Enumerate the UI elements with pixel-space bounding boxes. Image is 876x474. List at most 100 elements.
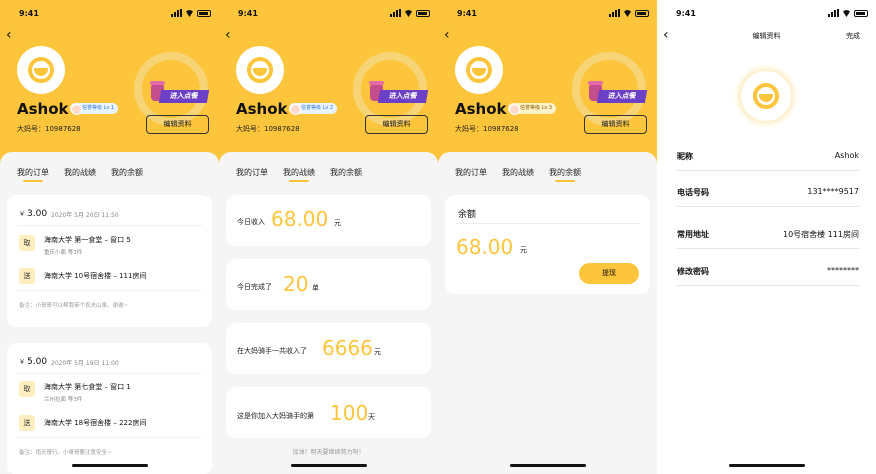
level-badge: 信誉等级 Lv 3 <box>508 103 557 115</box>
enter-order-button[interactable]: 进入点餐 <box>596 90 648 103</box>
back-icon[interactable]: ‹ <box>225 28 231 42</box>
tab-record[interactable]: 我的战绩 <box>283 167 315 182</box>
stat-card: 这是你加入大妈骑手的第 100 天 <box>226 387 431 438</box>
stat-value: 100 <box>330 401 369 425</box>
enter-order-button[interactable]: 进入点餐 <box>377 90 429 103</box>
pickup-items: 重庆小面 等3件 <box>44 250 83 256</box>
divider <box>17 225 202 226</box>
stat-card: 今日完成了 20 单 <box>226 259 431 310</box>
tab-balance[interactable]: 我的余额 <box>111 167 143 182</box>
divider <box>17 290 202 291</box>
avatar[interactable] <box>455 46 503 94</box>
stat-value: 20 <box>283 272 309 296</box>
user-name: Ashok <box>236 100 288 118</box>
password-row[interactable]: 修改密码 ******** <box>677 266 859 286</box>
edit-profile-button[interactable]: 编辑资料 <box>146 115 209 134</box>
status-time: 9:41 <box>238 9 258 18</box>
balance-title: 余额 <box>458 210 477 220</box>
stat-label: 今日收入 <box>237 218 265 226</box>
wifi-icon <box>842 10 851 17</box>
home-indicator <box>291 464 367 467</box>
edit-profile-button[interactable]: 编辑资料 <box>584 115 647 134</box>
tab-balance[interactable]: 我的余额 <box>330 167 362 182</box>
tab-bar: 我的订单 我的战绩 我的余额 <box>236 167 362 182</box>
home-indicator <box>729 464 805 467</box>
status-bar: 9:41 <box>657 0 876 22</box>
divider <box>17 373 202 374</box>
tab-record[interactable]: 我的战绩 <box>64 167 96 182</box>
pickup-location: 海南大学 第七食堂 – 窗口 1 <box>44 383 131 391</box>
status-icons <box>171 9 211 17</box>
tab-bar: 我的订单 我的战绩 我的余额 <box>17 167 143 182</box>
signal-icon <box>828 9 839 17</box>
divider <box>17 437 202 438</box>
deliver-location: 海南大学 18号宿舍楼 – 222房间 <box>44 419 147 427</box>
profile-header: 9:41 ‹ Ashok 信誉等级 Lv 2 大妈号：10987628 进入点餐… <box>219 0 438 170</box>
status-icons <box>390 9 430 17</box>
withdraw-button[interactable]: 提现 <box>579 263 639 284</box>
tab-balance[interactable]: 我的余额 <box>549 167 581 182</box>
done-button[interactable]: 完成 <box>846 31 860 41</box>
screens: 9:41 ‹ Ashok 信誉等级 Lv 1 大妈号：10987628 进入点餐… <box>0 0 876 474</box>
back-icon[interactable]: ‹ <box>444 28 450 42</box>
tab-orders[interactable]: 我的订单 <box>17 167 49 182</box>
level-badge: 信誉等级 Lv 2 <box>289 103 338 115</box>
pickup-tag: 取 <box>19 381 35 397</box>
avatar[interactable] <box>17 46 65 94</box>
content-panel: 我的订单 我的战绩 我的余额 ￥ 3.00 2020年 5月 20日 11:50 … <box>0 152 219 474</box>
user-name: Ashok <box>455 100 507 118</box>
order-price: ￥ 5.00 <box>19 357 48 367</box>
content-panel: 我的订单 我的战绩 我的余额 今日收入 68.00 元 今日完成了 20 单 在… <box>219 152 438 474</box>
field-value: ******** <box>827 266 859 275</box>
order-card[interactable]: ￥ 5.00 2020年 5月 19日 11:00 取 海南大学 第七食堂 – 窗… <box>7 343 212 474</box>
enter-order-button[interactable]: 进入点餐 <box>158 90 210 103</box>
back-icon[interactable]: ‹ <box>6 28 12 42</box>
record-screen: 9:41 ‹ Ashok 信誉等级 Lv 2 大妈号：10987628 进入点餐… <box>219 0 438 474</box>
home-indicator <box>72 464 148 467</box>
phone-row[interactable]: 电话号码 131****9517 <box>677 187 859 207</box>
profile-header: 9:41 ‹ Ashok 信誉等级 Lv 1 大妈号：10987628 进入点餐… <box>0 0 219 170</box>
status-bar: 9:41 <box>0 0 219 22</box>
stat-unit: 元 <box>334 219 341 227</box>
tab-orders[interactable]: 我的订单 <box>455 167 487 182</box>
address-row[interactable]: 常用地址 10号宿舍楼 111房间 <box>677 229 859 249</box>
stat-unit: 天 <box>368 413 375 421</box>
stat-value: 68.00 <box>271 207 329 231</box>
order-card[interactable]: ￥ 3.00 2020年 5月 20日 11:50 取 海南大学 第一食堂 – 窗… <box>7 195 212 327</box>
stat-unit: 元 <box>374 348 381 356</box>
stat-label: 这是你加入大妈骑手的第 <box>237 412 314 420</box>
status-time: 9:41 <box>676 9 696 18</box>
status-icons <box>828 9 868 17</box>
order-note: 备注：小哥哥可以帮我带个农夫山泉。谢谢~ <box>19 303 129 309</box>
battery-icon <box>635 10 649 17</box>
profile-header: 9:41 ‹ Ashok 信誉等级 Lv 3 大妈号：10987628 进入点餐… <box>438 0 657 170</box>
wifi-icon <box>623 10 632 17</box>
edit-profile-screen: 9:41 ‹ 编辑资料 完成 昵称 Ashok 电话号码 131****9517… <box>657 0 876 474</box>
balance-card: 余额 68.00 元 提现 <box>445 195 650 294</box>
status-bar: 9:41 <box>219 0 438 22</box>
avatar[interactable] <box>741 71 791 121</box>
deliver-tag: 送 <box>19 415 35 431</box>
nickname-row[interactable]: 昵称 Ashok <box>677 151 859 171</box>
user-id: 大妈号：10987628 <box>17 125 81 133</box>
orders-screen: 9:41 ‹ Ashok 信誉等级 Lv 1 大妈号：10987628 进入点餐… <box>0 0 219 474</box>
avatar[interactable] <box>236 46 284 94</box>
signal-icon <box>171 9 182 17</box>
pickup-tag: 取 <box>19 235 35 251</box>
stat-label: 在大妈骑手一共收入了 <box>237 347 307 355</box>
field-label: 昵称 <box>677 152 693 161</box>
field-value: 10号宿舍楼 111房间 <box>783 230 859 239</box>
tab-orders[interactable]: 我的订单 <box>236 167 268 182</box>
pickup-location: 海南大学 第一食堂 – 窗口 5 <box>44 236 131 244</box>
deliver-location: 海南大学 10号宿舍楼 – 111房间 <box>44 272 147 280</box>
home-indicator <box>510 464 586 467</box>
stat-card: 今日收入 68.00 元 <box>226 195 431 246</box>
tab-record[interactable]: 我的战绩 <box>502 167 534 182</box>
field-label: 修改密码 <box>677 267 709 276</box>
order-date: 2020年 5月 20日 11:50 <box>51 212 119 219</box>
battery-icon <box>854 10 868 17</box>
stats-footer: 加油！明天要继续努力呀！ <box>292 449 365 456</box>
stat-unit: 单 <box>312 284 319 292</box>
battery-icon <box>197 10 211 17</box>
edit-profile-button[interactable]: 编辑资料 <box>365 115 428 134</box>
